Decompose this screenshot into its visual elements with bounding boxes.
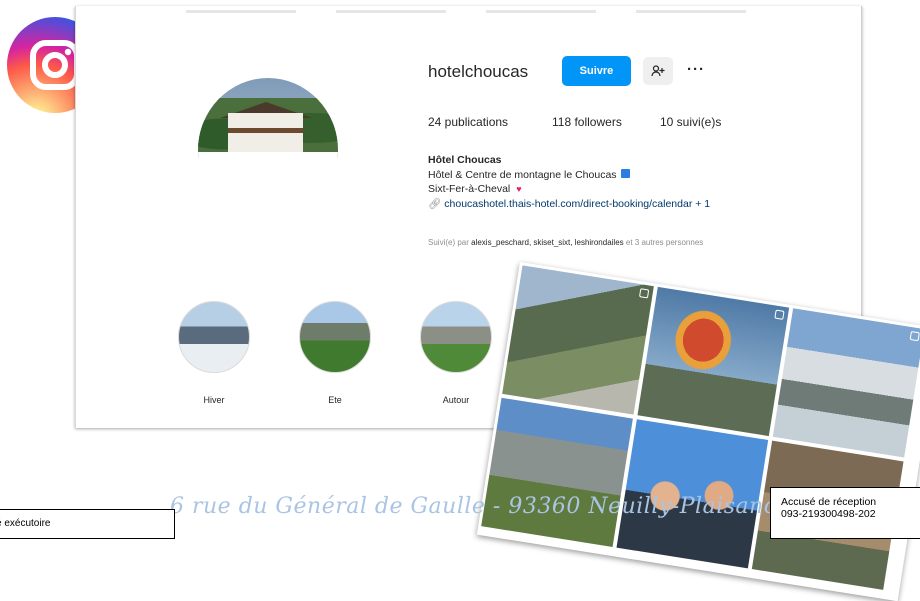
- multi-photo-icon: [909, 331, 920, 342]
- mountain-emoji-icon: [621, 168, 631, 178]
- grid-photo[interactable]: [502, 265, 654, 415]
- profile-link[interactable]: 🔗︎ choucashotel.thais-hotel.com/direct-b…: [428, 197, 710, 212]
- multi-photo-icon: [774, 309, 785, 320]
- profile-display-name: Hôtel Choucas: [428, 154, 502, 166]
- grid-photo[interactable]: [637, 286, 790, 437]
- suggested-accounts-button[interactable]: [643, 57, 673, 85]
- publications-count: 24 publications: [428, 115, 509, 129]
- story-highlight-ete[interactable]: Ete: [299, 301, 371, 405]
- followers-count[interactable]: 118 followers: [552, 115, 622, 129]
- address-footer: 6 rue du Général de Gaulle - 93360 Neuil…: [170, 494, 848, 519]
- followed-by-line: Suivi(e) par alexis_peschard, skiset_six…: [428, 238, 704, 247]
- follow-button[interactable]: Suivre: [562, 56, 631, 86]
- link-icon: 🔗︎: [428, 197, 442, 210]
- profile-avatar[interactable]: [198, 78, 338, 223]
- followed-by-users[interactable]: alexis_peschard, skiset_sixt, leshironda…: [471, 238, 624, 247]
- profile-bio: Hôtel Choucas Hôtel & Centre de montagne…: [428, 153, 710, 211]
- grid-photo[interactable]: [772, 308, 920, 458]
- bio-line: Hôtel & Centre de montagne le Choucas: [428, 168, 710, 183]
- more-options-button[interactable]: ···: [687, 61, 705, 78]
- grid-photo[interactable]: [481, 397, 633, 547]
- receipt-stamp: Accusé de réception 093-219300498-202: [770, 487, 920, 539]
- multi-photo-icon: [638, 288, 650, 299]
- cropped-top-bar: [186, 10, 746, 20]
- profile-username: hotelchoucas: [428, 62, 529, 81]
- bio-location: Sixt-Fer-à-Cheval ♥: [428, 183, 522, 195]
- following-count[interactable]: 10 suivi(e)s: [660, 115, 721, 129]
- story-highlight-hiver[interactable]: Hiver: [178, 301, 250, 405]
- story-highlight-autour[interactable]: Autour: [420, 301, 492, 405]
- heart-emoji-icon: ♥: [516, 184, 522, 194]
- add-person-icon: [651, 65, 665, 77]
